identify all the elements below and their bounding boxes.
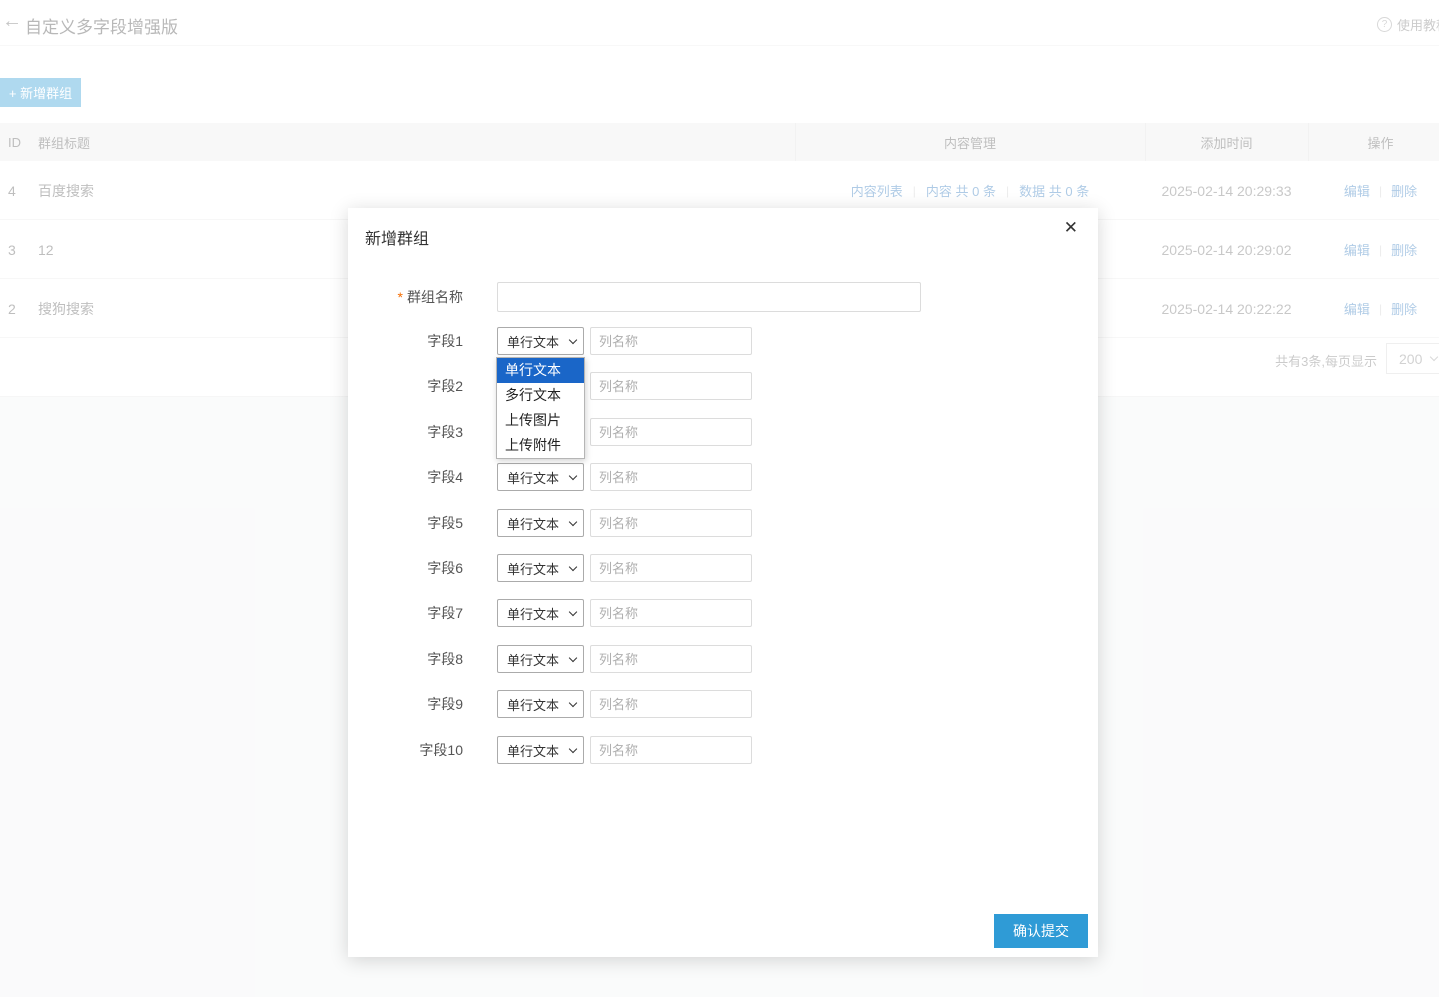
dropdown-option[interactable]: 上传图片	[497, 408, 584, 433]
field-label: 字段5	[348, 509, 463, 537]
field-type-select[interactable]: 单行文本	[497, 463, 584, 491]
field-row: 字段9 单行文本	[348, 690, 1098, 718]
field-type-select[interactable]: 单行文本	[497, 509, 584, 537]
column-name-input[interactable]	[590, 509, 752, 537]
required-mark: *	[398, 289, 403, 305]
field-label: 字段3	[348, 418, 463, 446]
dropdown-option[interactable]: 多行文本	[497, 383, 584, 408]
field-label: 字段7	[348, 599, 463, 627]
field-type-select[interactable]: 单行文本	[497, 327, 584, 355]
field-row: 字段3单行文本	[348, 418, 1098, 446]
chevron-down-icon	[569, 607, 577, 615]
field-type-select[interactable]: 单行文本	[497, 554, 584, 582]
column-name-input[interactable]	[590, 463, 752, 491]
field-label: 字段10	[348, 736, 463, 764]
field-type-value: 单行文本	[507, 514, 559, 533]
field-type-select[interactable]: 单行文本	[497, 645, 584, 673]
field-row: 字段5 单行文本	[348, 509, 1098, 537]
chevron-down-icon	[569, 744, 577, 752]
column-name-input[interactable]	[590, 645, 752, 673]
field-type-select[interactable]: 单行文本	[497, 690, 584, 718]
field-type-value: 单行文本	[507, 332, 559, 351]
chevron-down-icon	[569, 562, 577, 570]
field-label: 字段8	[348, 645, 463, 673]
field-label: 字段4	[348, 463, 463, 491]
field-label: 字段9	[348, 690, 463, 718]
field-type-value: 单行文本	[507, 468, 559, 487]
field-label: 字段1	[348, 327, 463, 355]
column-name-input[interactable]	[590, 690, 752, 718]
column-name-input[interactable]	[590, 372, 752, 400]
confirm-submit-button[interactable]: 确认提交	[994, 914, 1088, 948]
field-row: 字段7 单行文本	[348, 599, 1098, 627]
field-row: 字段10 单行文本	[348, 736, 1098, 764]
column-name-input[interactable]	[590, 327, 752, 355]
field-row: 字段8 单行文本	[348, 645, 1098, 673]
chevron-down-icon	[569, 653, 577, 661]
field-row: 字段2单行文本	[348, 372, 1098, 400]
field-type-value: 单行文本	[507, 650, 559, 669]
field-type-select[interactable]: 单行文本	[497, 599, 584, 627]
add-group-modal: 新增群组 ✕ *群组名称 字段1单行文本字段2单行文本字段3单行文本字段4单行文…	[348, 208, 1098, 957]
chevron-down-icon	[569, 517, 577, 525]
field-type-value: 单行文本	[507, 604, 559, 623]
field-type-select[interactable]: 单行文本	[497, 736, 584, 764]
field-row: 字段4 单行文本	[348, 463, 1098, 491]
chevron-down-icon	[569, 335, 577, 343]
close-icon[interactable]: ✕	[1064, 219, 1078, 236]
field-row: 字段1 单行文本	[348, 327, 1098, 355]
column-name-input[interactable]	[590, 599, 752, 627]
page: ← 自定义多字段增强版 ? 使用教程 + 新增群组 ID 群组标题 内容管理 添…	[0, 0, 1439, 997]
dropdown-option[interactable]: 单行文本	[497, 358, 584, 383]
column-name-input[interactable]	[590, 418, 752, 446]
field-type-value: 单行文本	[507, 559, 559, 578]
group-name-input[interactable]	[497, 282, 921, 312]
column-name-input[interactable]	[590, 554, 752, 582]
chevron-down-icon	[569, 698, 577, 706]
field-type-value: 单行文本	[507, 741, 559, 760]
field-label: 字段2	[348, 372, 463, 400]
field-type-value: 单行文本	[507, 695, 559, 714]
modal-title: 新增群组	[365, 225, 429, 249]
chevron-down-icon	[569, 471, 577, 479]
field-label: 字段6	[348, 554, 463, 582]
dropdown-option[interactable]: 上传附件	[497, 433, 584, 458]
group-name-label-text: 群组名称	[407, 289, 463, 305]
column-name-input[interactable]	[590, 736, 752, 764]
group-name-label: *群组名称	[348, 282, 463, 312]
type-dropdown: 单行文本多行文本上传图片上传附件	[496, 357, 585, 459]
field-row: 字段6 单行文本	[348, 554, 1098, 582]
